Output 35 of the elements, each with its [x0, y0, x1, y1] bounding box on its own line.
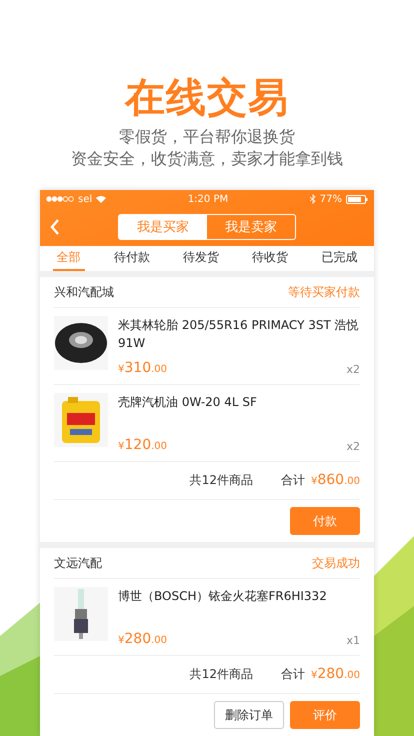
back-button[interactable] [48, 217, 62, 237]
shop-name: 文远汽配 [54, 554, 102, 572]
product-price: ¥310.00 [118, 360, 168, 376]
headline: 在线交易 [125, 78, 289, 118]
quantity: x1 [346, 634, 360, 647]
order-status: 交易成功 [312, 554, 360, 572]
order-tab[interactable]: 待收货 [248, 246, 292, 271]
product-name: 博世（BOSCH）铱金火花塞FR6HI332 [118, 588, 328, 605]
order-status: 等待买家付款 [288, 284, 360, 300]
total-label: 合计 [280, 666, 305, 683]
order-tab[interactable]: 已完成 [317, 246, 362, 271]
action-button[interactable]: 删除订单 [214, 701, 284, 729]
item-count: 共12件商品 [190, 666, 253, 683]
shop-name: 兴和汽配城 [54, 284, 114, 300]
signal-icon [46, 196, 74, 202]
total-label: 合计 [280, 472, 305, 489]
clock: 1:20 PM [188, 194, 228, 204]
quantity: x2 [346, 363, 360, 376]
total-price: ¥860.00 [310, 472, 360, 488]
order-tab[interactable]: 待发货 [178, 246, 223, 271]
total-price: ¥280.00 [310, 666, 360, 682]
product-price: ¥120.00 [118, 437, 168, 453]
tagline: 零假货，平台帮你退换货 [119, 126, 295, 148]
item-count: 共12件商品 [190, 472, 253, 489]
product-name: 壳牌汽机油 0W-20 4L SF [118, 394, 258, 411]
battery-percent: 77% [320, 194, 342, 204]
tagline: 资金安全，收货满意，卖家才能拿到钱 [71, 148, 343, 170]
product-price: ¥280.00 [118, 631, 168, 647]
product-name: 米其林轮胎 205/55R16 PRIMACY 3ST 浩悦 91W [118, 317, 360, 352]
bluetooth-icon [310, 194, 316, 204]
battery-icon [346, 194, 368, 204]
wifi-icon [96, 195, 106, 203]
quantity: x2 [346, 440, 360, 453]
order-tab[interactable]: 待付款 [110, 246, 154, 271]
carrier-name: sel [78, 194, 92, 204]
